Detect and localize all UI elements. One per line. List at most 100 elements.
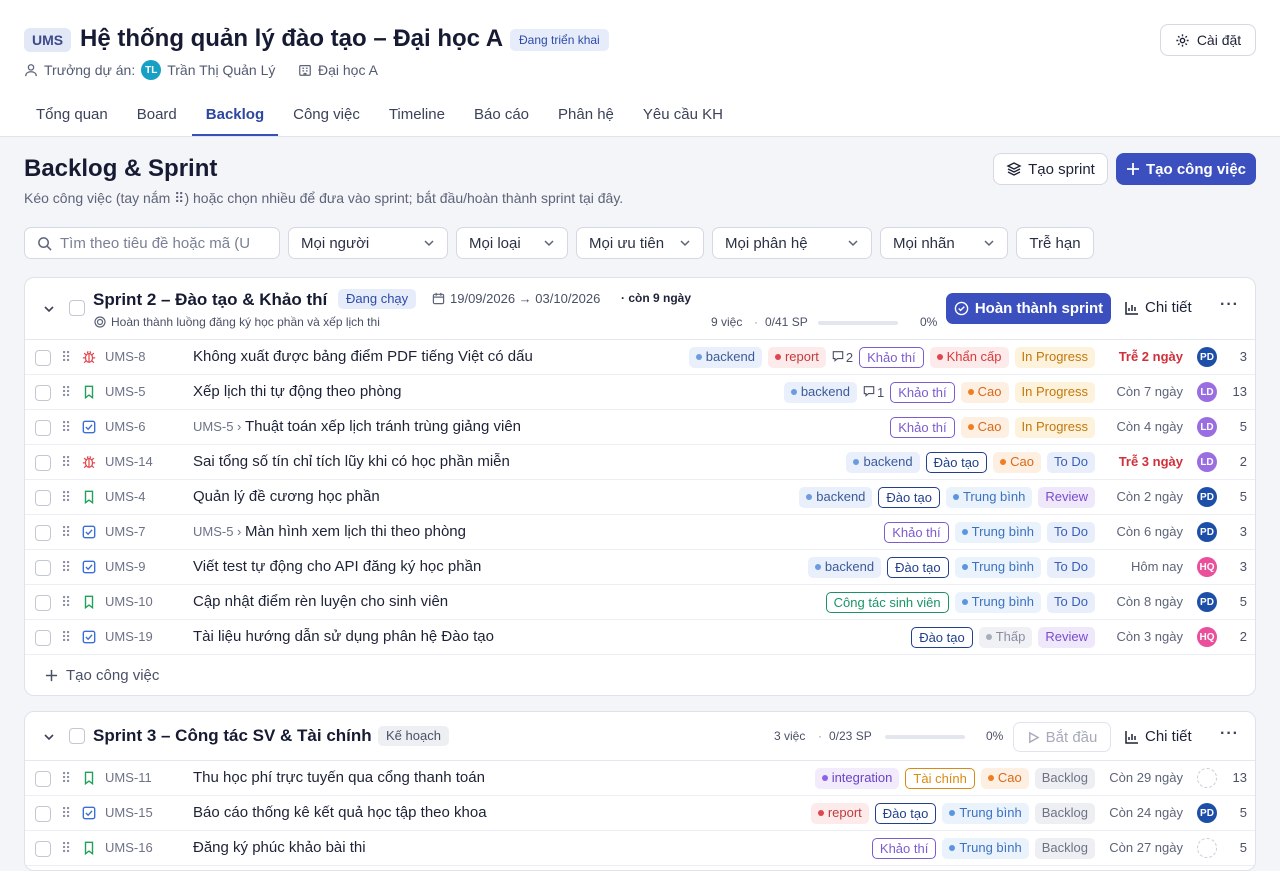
task-checkbox[interactable]: [35, 595, 51, 611]
status-tag[interactable]: To Do: [1047, 522, 1095, 543]
status-tag[interactable]: To Do: [1047, 592, 1095, 613]
task-row[interactable]: ⠿ UMS-14 Sai tổng số tín chỉ tích lũy khi …: [25, 445, 1255, 480]
task-checkbox[interactable]: [35, 806, 51, 822]
task-title[interactable]: Viết test tự động cho API đăng ký học ph…: [193, 558, 481, 575]
status-tag[interactable]: To Do: [1047, 452, 1095, 473]
task-row[interactable]: ⠿ UMS-8 Không xuất được bảng điểm PDF tiến…: [25, 340, 1255, 375]
assignee-avatar[interactable]: PD: [1197, 592, 1217, 612]
assignee-avatar[interactable]: PD: [1197, 487, 1217, 507]
assignee-avatar[interactable]: LD: [1197, 417, 1217, 437]
task-checkbox[interactable]: [35, 841, 51, 857]
drag-handle-icon[interactable]: ⠿: [61, 525, 71, 539]
tab-backlog[interactable]: Backlog: [191, 98, 279, 136]
task-row[interactable]: ⠿ UMS-19 Tài liệu hướng dẫn sử dụng phân h…: [25, 620, 1255, 655]
task-checkbox[interactable]: [35, 771, 51, 787]
task-title[interactable]: Cập nhật điểm rèn luyện cho sinh viên: [193, 593, 448, 610]
task-key[interactable]: UMS-9: [105, 559, 145, 574]
task-key[interactable]: UMS-8: [105, 349, 145, 364]
assignee-avatar[interactable]: PD: [1197, 522, 1217, 542]
drag-handle-icon[interactable]: ⠿: [61, 771, 71, 785]
tab-yeu-cau-kh[interactable]: Yêu cầu KH: [629, 98, 737, 136]
tab-timeline[interactable]: Timeline: [375, 98, 459, 136]
status-tag[interactable]: In Progress: [1014, 417, 1095, 438]
status-tag[interactable]: To Do: [1047, 557, 1095, 578]
task-key[interactable]: UMS-4: [105, 489, 145, 504]
status-tag[interactable]: Review: [1038, 487, 1095, 508]
task-title[interactable]: Thu học phí trực tuyến qua cổng thanh to…: [193, 769, 485, 786]
assignee-avatar[interactable]: LD: [1197, 452, 1217, 472]
task-checkbox[interactable]: [35, 560, 51, 576]
module-filter[interactable]: Mọi phân hệ: [712, 227, 872, 259]
task-row[interactable]: ⠿ UMS-15 Báo cáo thống kê kết quả học tập …: [25, 796, 1255, 831]
assignee-avatar[interactable]: LD: [1197, 382, 1217, 402]
tab-phan-he[interactable]: Phân hệ: [544, 98, 628, 136]
drag-handle-icon[interactable]: ⠿: [61, 630, 71, 644]
task-row[interactable]: ⠿ UMS-7 UMS-5 › Màn hình xem lịch thi theo…: [25, 515, 1255, 550]
task-key[interactable]: UMS-5: [105, 384, 145, 399]
parent-key[interactable]: UMS-5 ›: [193, 524, 245, 539]
task-title[interactable]: Không xuất được bảng điểm PDF tiếng Việt…: [193, 348, 533, 365]
task-row[interactable]: ⠿ UMS-10 Cập nhật điểm rèn luyện cho sinh …: [25, 585, 1255, 620]
task-title[interactable]: Quản lý đề cương học phần: [193, 488, 380, 505]
status-tag[interactable]: Review: [1038, 627, 1095, 648]
drag-handle-icon[interactable]: ⠿: [61, 560, 71, 574]
drag-handle-icon[interactable]: ⠿: [61, 595, 71, 609]
task-title[interactable]: Sai tổng số tín chỉ tích lũy khi có học …: [193, 453, 510, 470]
assignee-avatar[interactable]: PD: [1197, 803, 1217, 823]
assignee-avatar[interactable]: PD: [1197, 347, 1217, 367]
task-checkbox[interactable]: [35, 490, 51, 506]
task-key[interactable]: UMS-7: [105, 524, 145, 539]
drag-handle-icon[interactable]: ⠿: [61, 455, 71, 469]
start-sprint-button[interactable]: Bắt đầu: [1013, 722, 1111, 752]
chevron-down-icon[interactable]: [43, 731, 55, 743]
drag-handle-icon[interactable]: ⠿: [61, 490, 71, 504]
task-row[interactable]: ⠿ UMS-6 UMS-5 › Thuật toán xếp lịch tránh …: [25, 410, 1255, 445]
task-row[interactable]: ⠿ UMS-9 Viết test tự động cho API đăng ký …: [25, 550, 1255, 585]
sprint-2-add-task[interactable]: Tạo công việc: [25, 655, 1255, 695]
sprint-3-detail-button[interactable]: Chi tiết: [1125, 728, 1192, 745]
sprint-3-checkbox[interactable]: [69, 728, 85, 744]
type-filter[interactable]: Mọi loại: [456, 227, 568, 259]
drag-handle-icon[interactable]: ⠿: [61, 806, 71, 820]
task-key[interactable]: UMS-19: [105, 629, 153, 644]
task-title[interactable]: Xếp lịch thi tự động theo phòng: [193, 383, 402, 400]
task-key[interactable]: UMS-11: [105, 770, 152, 785]
create-task-button[interactable]: Tạo công việc: [1116, 153, 1256, 185]
tab-tong-quan[interactable]: Tổng quan: [22, 98, 122, 136]
task-checkbox[interactable]: [35, 630, 51, 646]
task-key[interactable]: UMS-15: [105, 805, 153, 820]
task-title[interactable]: Tài liệu hướng dẫn sử dụng phân hệ Đào t…: [193, 628, 494, 645]
task-key[interactable]: UMS-10: [105, 594, 153, 609]
drag-handle-icon[interactable]: ⠿: [61, 350, 71, 364]
task-title[interactable]: Đăng ký phúc khảo bài thi: [193, 839, 366, 856]
more-icon[interactable]: ···: [1220, 725, 1239, 743]
task-checkbox[interactable]: [35, 525, 51, 541]
status-tag[interactable]: In Progress: [1014, 382, 1095, 403]
task-title[interactable]: Báo cáo thống kê kết quả học tập theo kh…: [193, 804, 487, 821]
drag-handle-icon[interactable]: ⠿: [61, 420, 71, 434]
task-row[interactable]: ⠿ UMS-11 Thu học phí trực tuyến qua cổng t…: [25, 761, 1255, 796]
tab-board[interactable]: Board: [123, 98, 191, 136]
overdue-filter[interactable]: Trễ hạn: [1016, 227, 1094, 259]
tab-bao-cao[interactable]: Báo cáo: [460, 98, 543, 136]
task-row[interactable]: ⠿ UMS-4 Quản lý đề cương học phần backend Đà…: [25, 480, 1255, 515]
sprint-2-detail-button[interactable]: Chi tiết: [1125, 299, 1192, 316]
parent-key[interactable]: UMS-5 ›: [193, 419, 245, 434]
status-tag[interactable]: Backlog: [1034, 803, 1095, 824]
task-key[interactable]: UMS-6: [105, 419, 145, 434]
assignee-avatar[interactable]: [1197, 768, 1217, 788]
task-checkbox[interactable]: [35, 455, 51, 471]
priority-filter[interactable]: Mọi ưu tiên: [576, 227, 704, 259]
people-filter[interactable]: Mọi người: [288, 227, 448, 259]
task-checkbox[interactable]: [35, 420, 51, 436]
settings-button[interactable]: Cài đặt: [1160, 24, 1256, 56]
tab-cong-viec[interactable]: Công việc: [279, 98, 374, 136]
task-checkbox[interactable]: [35, 350, 51, 366]
task-checkbox[interactable]: [35, 385, 51, 401]
status-tag[interactable]: Backlog: [1034, 838, 1095, 859]
sprint-2-checkbox[interactable]: [69, 300, 85, 316]
drag-handle-icon[interactable]: ⠿: [61, 841, 71, 855]
task-key[interactable]: UMS-16: [105, 840, 153, 855]
more-icon[interactable]: ···: [1220, 296, 1239, 314]
status-tag[interactable]: In Progress: [1014, 347, 1095, 368]
